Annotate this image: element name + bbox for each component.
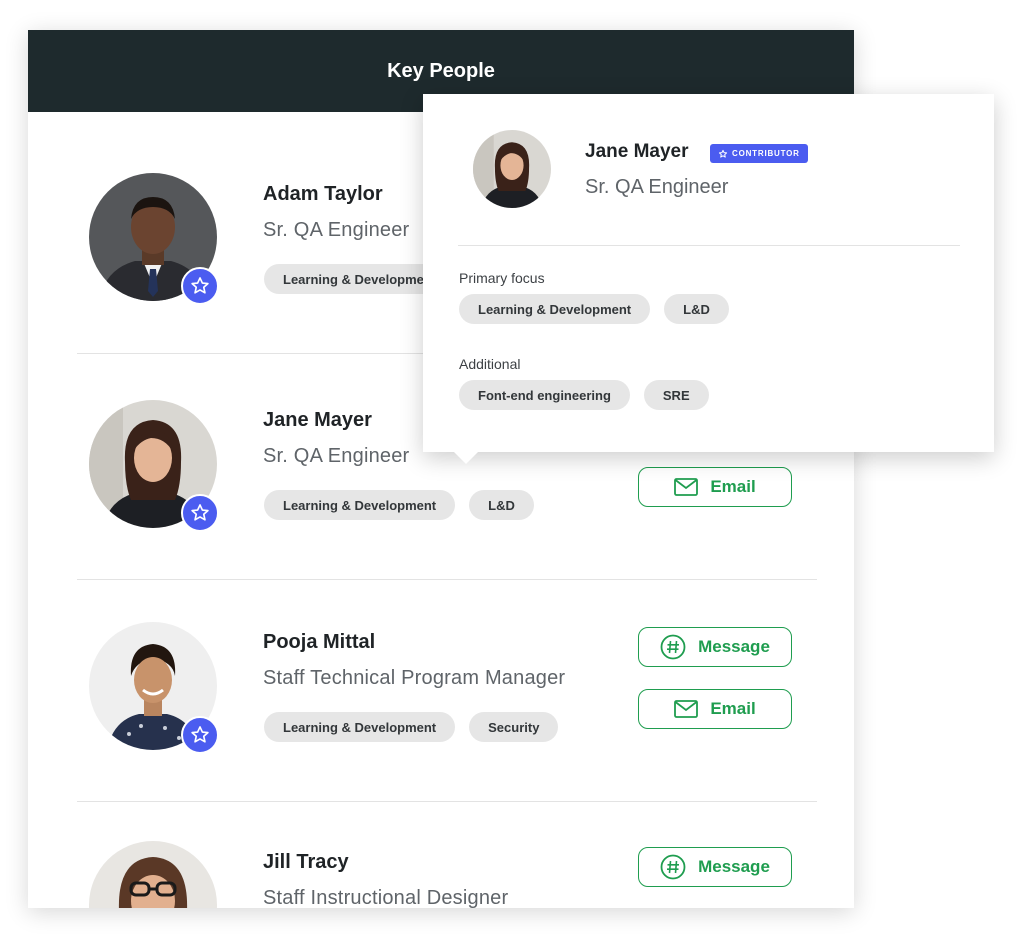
- person-name: Adam Taylor: [263, 183, 383, 205]
- row-divider: [77, 579, 817, 580]
- row-divider: [77, 801, 817, 802]
- additional-label: Additional: [459, 356, 521, 372]
- popover-arrow: [453, 451, 479, 464]
- popover-name: Jane Mayer: [585, 141, 689, 162]
- envelope-icon: [674, 700, 699, 718]
- message-button-label: Message: [698, 637, 770, 656]
- person-tags: Learning & Developme: [264, 264, 443, 294]
- person-title: Staff Technical Program Manager: [263, 667, 566, 689]
- message-button[interactable]: Message: [638, 847, 792, 887]
- avatar-jane-mayer[interactable]: [89, 400, 219, 532]
- person-title: Sr. QA Engineer: [263, 219, 410, 241]
- person-name: Jill Tracy: [263, 851, 349, 873]
- email-button-label: Email: [710, 477, 756, 496]
- star-icon[interactable]: [181, 716, 219, 754]
- person-title: Sr. QA Engineer: [263, 445, 410, 467]
- tag[interactable]: Learning & Development: [459, 294, 651, 324]
- avatar-adam-taylor[interactable]: [89, 173, 219, 305]
- popover-title: Sr. QA Engineer: [585, 176, 729, 198]
- avatar-pooja-mittal[interactable]: [89, 622, 219, 754]
- popover-avatar: [473, 130, 551, 208]
- tag[interactable]: Learning & Development: [264, 490, 456, 520]
- tag[interactable]: SRE: [643, 380, 709, 410]
- tag[interactable]: L&D: [469, 490, 534, 520]
- person-title: Staff Instructional Designer: [263, 887, 509, 908]
- tag[interactable]: L&D: [664, 294, 729, 324]
- person-name: Pooja Mittal: [263, 631, 376, 653]
- person-tags: Learning & Development L&D: [264, 490, 534, 520]
- message-button[interactable]: Message: [638, 627, 792, 667]
- star-icon[interactable]: [181, 267, 219, 305]
- panel-title: Key People: [387, 59, 495, 82]
- person-name: Jane Mayer: [263, 409, 372, 431]
- person-popover: Jane Mayer CONTRIBUTOR Sr. QA Engineer P…: [423, 94, 994, 464]
- star-icon[interactable]: [181, 494, 219, 532]
- email-button[interactable]: Email: [638, 467, 792, 507]
- hashtag-chat-icon: [660, 854, 686, 880]
- avatar-photo: [89, 841, 217, 908]
- email-button-label: Email: [710, 699, 756, 718]
- email-button[interactable]: Email: [638, 689, 792, 729]
- tag[interactable]: Learning & Development: [264, 712, 456, 742]
- hashtag-chat-icon: [660, 634, 686, 660]
- tag[interactable]: Security: [469, 712, 559, 742]
- primary-focus-tags: Learning & Development L&D: [459, 294, 729, 324]
- contributor-badge-label: CONTRIBUTOR: [732, 149, 800, 158]
- envelope-icon: [674, 478, 699, 496]
- contributor-badge: CONTRIBUTOR: [710, 144, 808, 163]
- tag[interactable]: Learning & Developme: [264, 264, 443, 294]
- person-tags: Learning & Development Security: [264, 712, 559, 742]
- primary-focus-label: Primary focus: [459, 270, 545, 286]
- star-icon: [718, 149, 728, 159]
- additional-tags: Font-end engineering SRE: [459, 380, 709, 410]
- avatar-jill-tracy[interactable]: [89, 841, 217, 908]
- tag[interactable]: Font-end engineering: [459, 380, 630, 410]
- message-button-label: Message: [698, 857, 770, 876]
- popover-divider: [458, 245, 960, 246]
